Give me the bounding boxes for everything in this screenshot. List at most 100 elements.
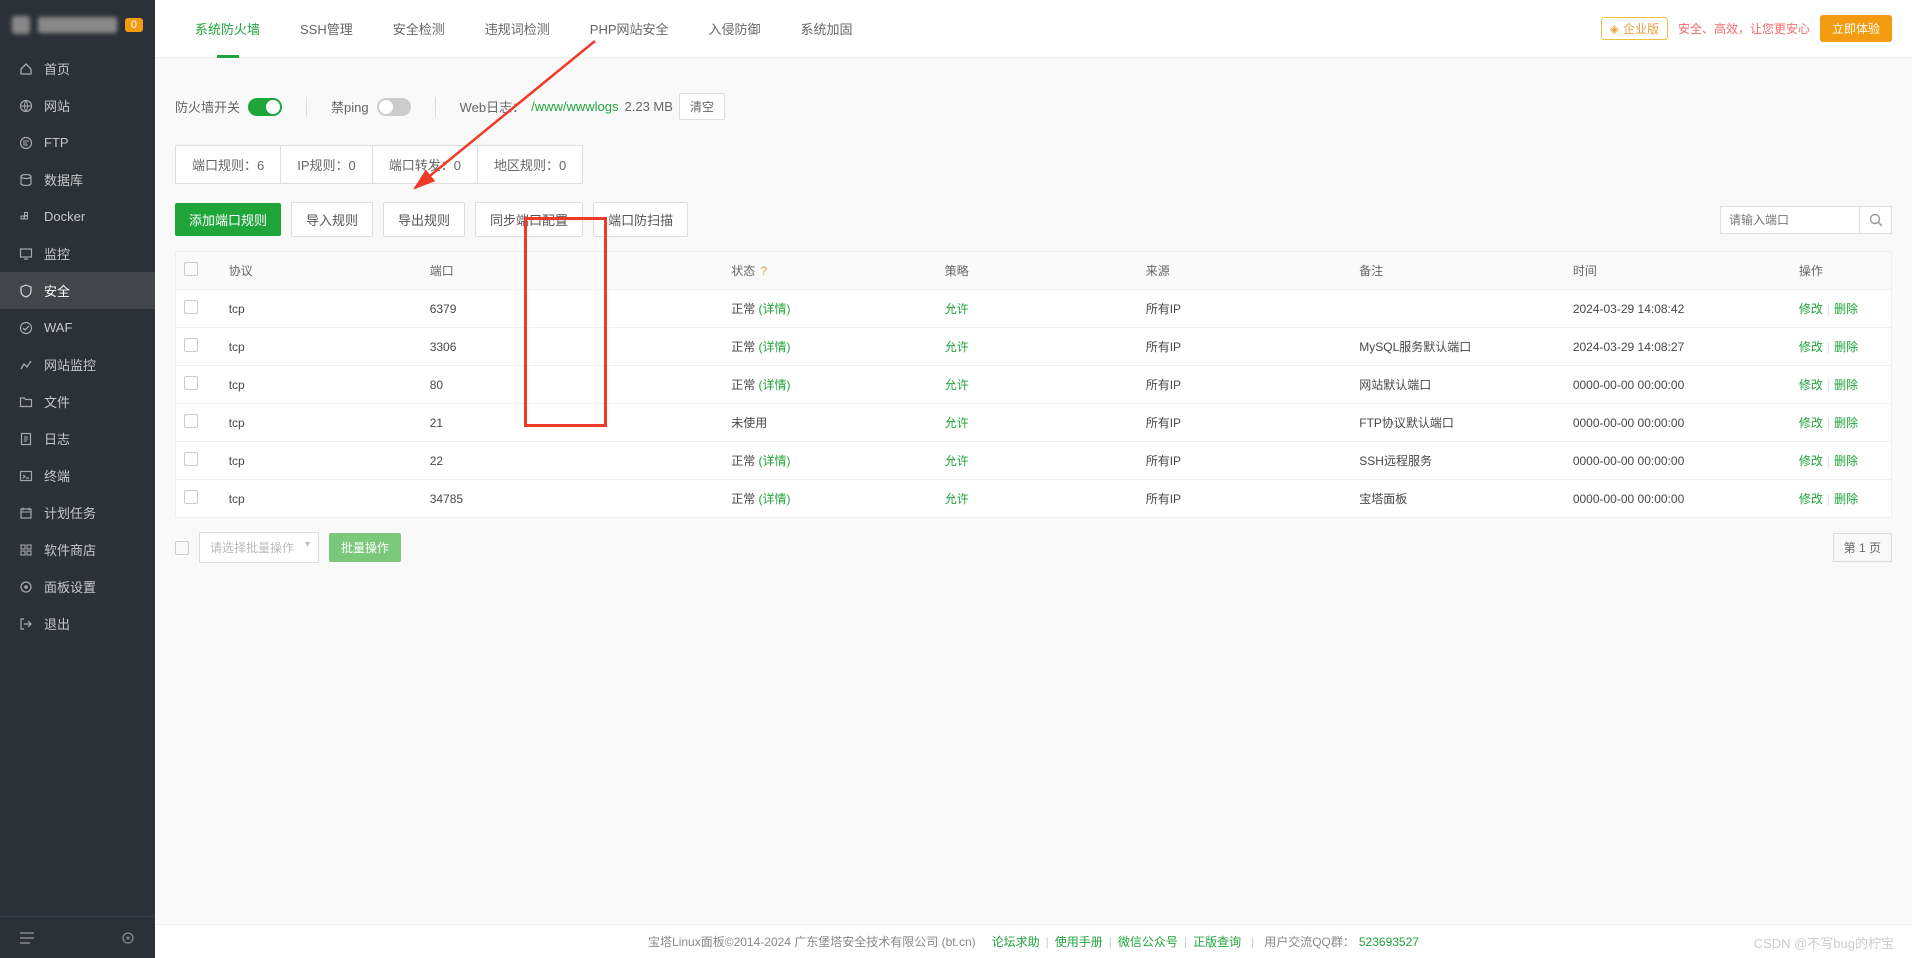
sidebar-header: 0 (0, 0, 155, 50)
firewall-switch[interactable] (248, 98, 282, 116)
cta-button[interactable]: 立即体验 (1820, 15, 1892, 42)
status-detail-link[interactable]: (详情) (759, 454, 791, 468)
batch-button[interactable]: 批量操作 (329, 533, 401, 562)
sidebar-item-store[interactable]: 软件商店 (0, 531, 155, 568)
tab-3[interactable]: 违规词检测 (465, 0, 570, 58)
status-detail-link[interactable]: (详情) (759, 340, 791, 354)
diamond-icon: ◈ (1610, 22, 1619, 36)
sidebar-item-docker[interactable]: Docker (0, 198, 155, 235)
col-port-header: 端口 (422, 252, 723, 290)
tab-1[interactable]: SSH管理 (280, 0, 373, 58)
col-time-header: 时间 (1565, 252, 1791, 290)
sidebar-item-database[interactable]: 数据库 (0, 161, 155, 198)
sidebar-item-exit[interactable]: 退出 (0, 605, 155, 642)
port-scan-button[interactable]: 端口防扫描 (593, 202, 688, 237)
add-port-rule-button[interactable]: 添加端口规则 (175, 203, 281, 236)
pager[interactable]: 第 1 页 (1833, 533, 1892, 562)
delete-link[interactable]: 删除 (1834, 416, 1858, 430)
sidebar-item-shield[interactable]: 安全 (0, 272, 155, 309)
sidebar-item-ftp[interactable]: FTP (0, 124, 155, 161)
row-checkbox[interactable] (184, 376, 198, 390)
delete-link[interactable]: 删除 (1834, 492, 1858, 506)
sub-tab-count: 0 (454, 158, 461, 173)
cell-proto: tcp (221, 366, 422, 404)
sub-tab-3[interactable]: 地区规则：0 (478, 146, 582, 183)
search-button[interactable] (1860, 206, 1892, 234)
row-checkbox[interactable] (184, 338, 198, 352)
footer-link[interactable]: 论坛求助 (992, 935, 1040, 949)
folder-icon (18, 394, 34, 410)
footer-link[interactable]: 使用手册 (1055, 935, 1103, 949)
delete-link[interactable]: 删除 (1834, 454, 1858, 468)
tab-4[interactable]: PHP网站安全 (570, 0, 689, 58)
top-tabs: 系统防火墙SSH管理安全检测违规词检测PHP网站安全入侵防御系统加固 ◈企业版 … (155, 0, 1912, 58)
cell-proto: tcp (221, 480, 422, 518)
tab-0[interactable]: 系统防火墙 (175, 0, 280, 58)
tab-5[interactable]: 入侵防御 (689, 0, 781, 58)
sidebar-item-label: WAF (44, 320, 72, 335)
edit-link[interactable]: 修改 (1799, 454, 1823, 468)
sidebar-item-monitor[interactable]: 监控 (0, 235, 155, 272)
status-detail-link[interactable]: (详情) (759, 492, 791, 506)
sidebar-item-waf[interactable]: WAF (0, 309, 155, 346)
settings-icon (18, 579, 34, 595)
edit-link[interactable]: 修改 (1799, 302, 1823, 316)
settings-icon[interactable] (119, 930, 137, 946)
sidebar-item-home[interactable]: 首页 (0, 50, 155, 87)
status-detail-link[interactable]: (详情) (759, 302, 791, 316)
clear-log-button[interactable]: 清空 (679, 93, 725, 120)
delete-link[interactable]: 删除 (1834, 340, 1858, 354)
sidebar-item-log[interactable]: 日志 (0, 420, 155, 457)
sidebar-item-sitemon[interactable]: 网站监控 (0, 346, 155, 383)
cell-remark: FTP协议默认端口 (1351, 404, 1565, 442)
batch-select[interactable]: 请选择批量操作 (199, 532, 319, 563)
sidebar-item-task[interactable]: 计划任务 (0, 494, 155, 531)
row-checkbox[interactable] (184, 452, 198, 466)
terminal-icon (18, 468, 34, 484)
rules-table: 协议 端口 状态 ? 策略 来源 备注 时间 操作 tcp6379正常 (详情)… (175, 251, 1892, 518)
ping-switch[interactable] (377, 98, 411, 116)
footer-link[interactable]: 微信公众号 (1118, 935, 1178, 949)
tab-2[interactable]: 安全检测 (373, 0, 465, 58)
footer-link[interactable]: 正版查询 (1193, 935, 1241, 949)
edit-link[interactable]: 修改 (1799, 416, 1823, 430)
cell-remark: 网站默认端口 (1351, 366, 1565, 404)
edit-link[interactable]: 修改 (1799, 492, 1823, 506)
sidebar-item-settings[interactable]: 面板设置 (0, 568, 155, 605)
import-rule-button[interactable]: 导入规则 (291, 202, 373, 237)
select-all-checkbox[interactable] (184, 262, 198, 276)
search-input[interactable] (1720, 206, 1860, 234)
row-checkbox[interactable] (184, 490, 198, 504)
col-check (176, 252, 221, 290)
edit-link[interactable]: 修改 (1799, 378, 1823, 392)
cell-remark: 宝塔面板 (1351, 480, 1565, 518)
delete-link[interactable]: 删除 (1834, 378, 1858, 392)
sub-tab-0[interactable]: 端口规则：6 (176, 146, 281, 183)
help-icon[interactable]: ? (761, 264, 768, 278)
row-checkbox[interactable] (184, 300, 198, 314)
delete-link[interactable]: 删除 (1834, 302, 1858, 316)
cell-source: 所有IP (1138, 442, 1352, 480)
sub-tab-label: 端口转发： (389, 158, 454, 173)
sub-tab-1[interactable]: IP规则：0 (281, 146, 373, 183)
cell-time: 0000-00-00 00:00:00 (1565, 442, 1791, 480)
weblog-size: 2.23 MB (625, 99, 673, 114)
status-detail-link[interactable]: (详情) (759, 378, 791, 392)
row-checkbox[interactable] (184, 414, 198, 428)
sidebar-item-folder[interactable]: 文件 (0, 383, 155, 420)
table-row: tcp34785正常 (详情)允许所有IP宝塔面板0000-00-00 00:0… (176, 480, 1892, 518)
notification-badge[interactable]: 0 (125, 18, 143, 32)
collapse-icon[interactable] (18, 930, 36, 946)
weblog-path-link[interactable]: /www/wwwlogs (531, 99, 618, 114)
qq-link[interactable]: 523693527 (1359, 935, 1419, 949)
edit-link[interactable]: 修改 (1799, 340, 1823, 354)
sub-tab-label: IP规则： (297, 158, 348, 173)
cell-time: 2024-03-29 14:08:42 (1565, 290, 1791, 328)
sub-tab-2[interactable]: 端口转发：0 (373, 146, 478, 183)
export-rule-button[interactable]: 导出规则 (383, 202, 465, 237)
sidebar-item-globe[interactable]: 网站 (0, 87, 155, 124)
tab-6[interactable]: 系统加固 (781, 0, 873, 58)
select-all-bottom-checkbox[interactable] (175, 541, 189, 555)
sync-port-button[interactable]: 同步端口配置 (475, 202, 583, 237)
sidebar-item-terminal[interactable]: 终端 (0, 457, 155, 494)
